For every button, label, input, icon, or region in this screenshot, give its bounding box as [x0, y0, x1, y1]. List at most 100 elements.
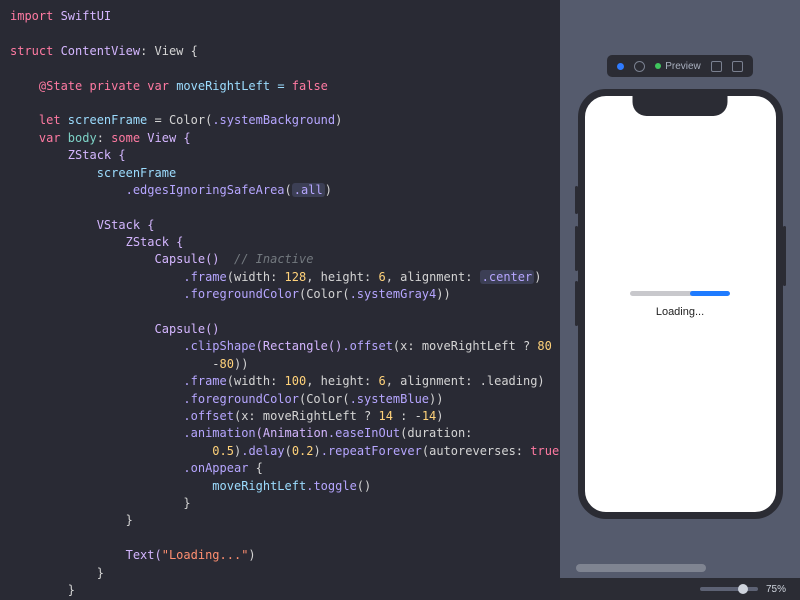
- tok: 0.5: [212, 444, 234, 458]
- tok: [10, 461, 183, 475]
- tok: [10, 166, 97, 180]
- iphone-preview-device: Loading...: [578, 89, 783, 519]
- tok: [10, 270, 183, 284]
- tok: import: [10, 9, 61, 23]
- progress-track: [630, 291, 730, 296]
- live-preview-button[interactable]: [617, 63, 624, 70]
- tok: SwiftUI: [61, 9, 112, 23]
- canvas-preview-panel: Preview Loading... 75%: [560, 0, 800, 600]
- tok: (width:: [227, 374, 285, 388]
- horizontal-scrollbar[interactable]: [576, 564, 706, 572]
- tok: 80: [220, 357, 234, 371]
- tok: ): [436, 409, 443, 423]
- zoom-slider[interactable]: [700, 587, 758, 591]
- pin-preview-icon[interactable]: [634, 61, 645, 72]
- tok: }: [10, 566, 104, 580]
- tok: 14: [422, 409, 436, 423]
- tok: , alignment: .leading): [386, 374, 545, 388]
- device-settings-icon[interactable]: [711, 61, 722, 72]
- tok: (): [357, 479, 371, 493]
- tok: body: [68, 131, 97, 145]
- tok: (width:: [227, 270, 285, 284]
- tok: -: [10, 357, 220, 371]
- tok: .onAppear: [183, 461, 248, 475]
- tok: (autoreverses:: [422, 444, 530, 458]
- tok: ContentView: [61, 44, 140, 58]
- duplicate-preview-icon[interactable]: [732, 61, 743, 72]
- tok: 6: [378, 270, 385, 284]
- tok: // Inactive: [234, 252, 313, 266]
- tok: :: [97, 131, 111, 145]
- tok: .easeInOut: [328, 426, 400, 440]
- tok: = Color(: [147, 113, 212, 127]
- tok: .systemBackground: [212, 113, 335, 127]
- tok: [10, 444, 212, 458]
- tok: : -: [393, 409, 422, 423]
- tok: .animation: [183, 426, 255, 440]
- tok: (Color(: [299, 392, 350, 406]
- dot-icon: [617, 63, 624, 70]
- tok: [10, 287, 183, 301]
- tok: }: [10, 583, 75, 597]
- preview-tab[interactable]: Preview: [655, 61, 701, 72]
- device-side-button: [575, 226, 578, 271]
- tok: , height:: [306, 374, 378, 388]
- tok: )): [436, 287, 450, 301]
- tok: .frame: [183, 270, 226, 284]
- tok: "Loading...": [162, 548, 249, 562]
- tok: .offset: [342, 339, 393, 353]
- tok: .offset: [183, 409, 234, 423]
- tok: }: [10, 496, 191, 510]
- tok: .edgesIgnoringSafeArea: [126, 183, 285, 197]
- tok: moveRightLeft =: [176, 79, 292, 93]
- device-side-button: [575, 186, 578, 214]
- tok: [10, 392, 183, 406]
- tok: .delay: [241, 444, 284, 458]
- tok: ): [325, 183, 332, 197]
- tok: ): [314, 444, 321, 458]
- tok: (: [285, 183, 292, 197]
- tok: .repeatForever: [321, 444, 422, 458]
- tok: (x: moveRightLeft ?: [234, 409, 379, 423]
- canvas-status-bar: 75%: [560, 578, 800, 600]
- tok: struct: [10, 44, 61, 58]
- tok: (x: moveRightLeft ?: [393, 339, 538, 353]
- tok: .clipShape: [183, 339, 255, 353]
- tok: 0.2: [292, 444, 314, 458]
- tok: 6: [378, 374, 385, 388]
- tok: private var: [89, 79, 176, 93]
- tok: .toggle: [306, 479, 357, 493]
- tok: false: [292, 79, 328, 93]
- tok: .systemGray4: [350, 287, 437, 301]
- tok: [10, 426, 183, 440]
- tok: Capsule(): [10, 322, 220, 336]
- tok: screenFrame: [68, 113, 147, 127]
- tok: [10, 374, 183, 388]
- tok: .foregroundColor: [183, 392, 299, 406]
- tok: var: [10, 131, 68, 145]
- tok: 128: [285, 270, 307, 284]
- tok: .systemBlue: [350, 392, 429, 406]
- tok: , alignment:: [386, 270, 480, 284]
- tok: 100: [285, 374, 307, 388]
- tok: }: [10, 513, 133, 527]
- tok: )): [234, 357, 248, 371]
- tok: ): [335, 113, 342, 127]
- tok: (Color(: [299, 287, 350, 301]
- tok: :: [552, 339, 560, 353]
- loading-label: Loading...: [656, 306, 704, 318]
- code-editor[interactable]: import SwiftUI struct ContentView: View …: [0, 0, 560, 600]
- device-side-button: [575, 281, 578, 326]
- tok: Text(: [10, 548, 162, 562]
- tok: .foregroundColor: [183, 287, 299, 301]
- device-side-button: [783, 226, 786, 286]
- tok: [10, 339, 183, 353]
- tok: [10, 409, 183, 423]
- tok: (Rectangle(): [256, 339, 343, 353]
- device-notch: [633, 94, 728, 116]
- tok: .frame: [183, 374, 226, 388]
- tok: 14: [378, 409, 392, 423]
- progress-bar: [690, 291, 730, 296]
- tok: moveRightLeft: [10, 479, 306, 493]
- tok: 80: [537, 339, 551, 353]
